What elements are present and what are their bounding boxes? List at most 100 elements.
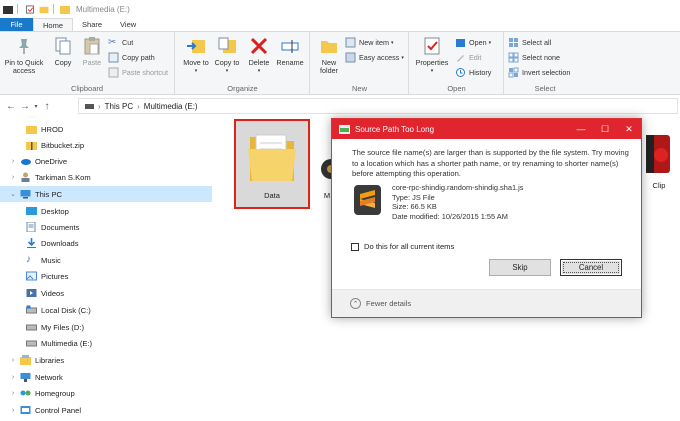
nav-label: Network	[35, 372, 63, 382]
breadcrumb-multimedia[interactable]: Multimedia (E:)	[144, 102, 198, 111]
history-icon	[456, 68, 465, 77]
nav-label: OneDrive	[35, 156, 68, 166]
chevron-right-icon[interactable]: ›	[9, 357, 17, 364]
new-item-label: New item	[359, 38, 389, 47]
pictures-icon	[26, 271, 37, 281]
chevron-down-icon[interactable]: ⌄	[9, 190, 17, 198]
close-icon[interactable]: ✕	[617, 119, 641, 139]
music-icon: ♪	[26, 254, 31, 265]
tab-share[interactable]: Share	[73, 18, 111, 31]
ribbon-tabs: File Home Share View	[0, 18, 680, 32]
sublime-text-icon	[354, 185, 381, 215]
chevron-right-icon[interactable]: ›	[9, 174, 17, 181]
recent-locations-icon[interactable]: ▾	[32, 103, 40, 110]
rename-button[interactable]: Rename	[274, 36, 306, 67]
breadcrumb-this-pc[interactable]: This PC	[105, 102, 133, 111]
nav-item-multimedia-e[interactable]: Multimedia (E:)	[0, 335, 212, 351]
back-arrow-icon[interactable]: ←	[4, 101, 18, 112]
file-clip[interactable]: Clip	[639, 127, 679, 207]
copy-path-icon	[108, 52, 119, 63]
nav-item-bitbucket[interactable]: Bitbucket.zip	[0, 137, 212, 153]
chevron-right-icon[interactable]: ›	[9, 158, 17, 165]
properties-button[interactable]: Properties ▾	[413, 36, 451, 75]
move-to-button[interactable]: Move to ▾	[182, 36, 210, 75]
new-folder-button[interactable]: New folder	[315, 36, 343, 75]
nav-item-homegroup[interactable]: › Homegroup	[0, 385, 212, 401]
cancel-button[interactable]: Cancel	[560, 259, 622, 276]
file-type: Type: JS File	[392, 192, 435, 202]
pin-icon	[19, 39, 29, 54]
drive-icon	[26, 305, 37, 314]
chevron-right-icon[interactable]: ›	[9, 374, 17, 381]
invert-selection-button[interactable]: Invert selection	[508, 67, 570, 78]
easy-access-button[interactable]: Easy access ▾	[345, 52, 404, 63]
skip-button[interactable]: Skip	[489, 259, 551, 276]
chevron-right-icon[interactable]: ›	[9, 390, 17, 397]
paste-shortcut-icon	[108, 67, 119, 78]
properties-icon	[424, 37, 440, 55]
nav-item-user[interactable]: › Tarkiman S.Kom	[0, 169, 212, 185]
open-label: Open	[469, 38, 487, 47]
minimize-icon[interactable]: —	[569, 119, 593, 139]
nav-item-documents[interactable]: Documents	[0, 219, 212, 235]
chevron-right-icon[interactable]: ›	[9, 407, 17, 414]
fewer-details-link[interactable]: Fewer details	[366, 299, 411, 308]
nav-item-hrod[interactable]: HROD	[0, 121, 212, 137]
nav-item-pictures[interactable]: Pictures	[0, 268, 212, 284]
properties-icon[interactable]	[25, 4, 35, 14]
nav-item-network[interactable]: › Network	[0, 369, 212, 385]
source-path-too-long-dialog: Source Path Too Long — ☐ ✕ The source fi…	[331, 118, 642, 318]
pin-quick-access-button[interactable]: Pin to Quick access	[2, 36, 46, 75]
address-box[interactable]: › This PC › Multimedia (E:)	[78, 98, 678, 114]
nav-item-desktop[interactable]: Desktop	[0, 203, 212, 219]
invert-selection-label: Invert selection	[522, 68, 571, 77]
folder-data[interactable]: Data	[234, 119, 310, 209]
folder-data-label: Data	[264, 191, 280, 200]
dialog-title: Source Path Too Long	[355, 124, 435, 134]
copy-to-button[interactable]: Copy to ▾	[213, 36, 241, 75]
nav-item-videos[interactable]: Videos	[0, 285, 212, 301]
new-item-button[interactable]: New item ▾	[345, 37, 393, 48]
open-button[interactable]: Open ▾	[455, 37, 491, 48]
select-group-label: Select	[534, 84, 556, 93]
cut-button[interactable]: ✂ Cut	[108, 37, 133, 48]
new-item-icon	[345, 37, 356, 48]
tab-file[interactable]: File	[0, 18, 33, 31]
open-group-label: Open	[447, 84, 466, 93]
rename-icon	[281, 40, 299, 53]
dialog-file-info: core-rpc-shindig.random-shindig.sha1.js …	[352, 183, 637, 221]
select-group: Select all Select none Invert selection …	[505, 32, 585, 95]
tab-view[interactable]: View	[111, 18, 145, 31]
dialog-title-bar[interactable]: Source Path Too Long — ☐ ✕	[332, 119, 641, 139]
downloads-icon	[27, 238, 36, 248]
copy-path-button[interactable]: Copy path	[108, 52, 155, 63]
nav-item-local-disk-c[interactable]: Local Disk (C:)	[0, 302, 212, 318]
checkbox-box[interactable]	[351, 242, 359, 251]
dropdown-arrow-icon: ▾	[488, 39, 492, 46]
up-arrow-icon[interactable]: ↑	[40, 101, 54, 112]
edit-button[interactable]: Edit	[455, 52, 481, 63]
select-all-button[interactable]: Select all	[508, 37, 551, 48]
nav-item-onedrive[interactable]: › OneDrive	[0, 153, 212, 169]
nav-item-libraries[interactable]: › Libraries	[0, 352, 212, 368]
forward-arrow-icon[interactable]: →	[18, 101, 32, 112]
delete-button[interactable]: Delete ▾	[246, 36, 272, 75]
new-folder-icon[interactable]	[39, 5, 49, 14]
paste-shortcut-button[interactable]: Paste shortcut	[108, 67, 168, 78]
nav-item-this-pc[interactable]: ⌄ This PC	[0, 186, 212, 202]
organize-group-label: Organize	[227, 84, 258, 93]
copy-button[interactable]: Copy	[48, 36, 78, 67]
history-button[interactable]: History	[455, 67, 491, 78]
tab-home[interactable]: Home	[33, 18, 74, 31]
organize-group: Move to ▾ Copy to ▾ Delete ▾ Rename Orga…	[176, 32, 310, 95]
title-bar: Multimedia (E:)	[0, 0, 680, 18]
do-for-all-checkbox[interactable]: Do this for all current items	[351, 242, 454, 251]
nav-item-downloads[interactable]: Downloads	[0, 235, 212, 251]
nav-item-my-files-d[interactable]: My Files (D:)	[0, 319, 212, 335]
chevron-up-icon[interactable]: ⌃	[350, 298, 361, 309]
paste-button[interactable]: Paste	[78, 36, 106, 67]
maximize-icon[interactable]: ☐	[593, 119, 617, 139]
nav-item-control-panel[interactable]: › Control Panel	[0, 402, 212, 418]
nav-item-music[interactable]: ♪ Music	[0, 252, 212, 268]
select-none-button[interactable]: Select none	[508, 52, 560, 63]
